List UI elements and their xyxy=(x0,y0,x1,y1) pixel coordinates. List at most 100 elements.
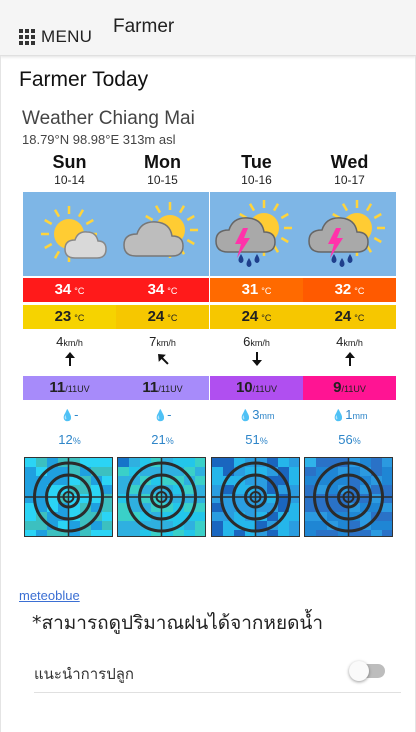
uv-index: 11/11UV xyxy=(116,376,209,400)
weather-icon-tile xyxy=(23,192,116,276)
uv-value: 10 xyxy=(235,379,253,396)
raindrop-icon: 💧 xyxy=(238,410,253,422)
uv-max: /11UV xyxy=(65,384,90,394)
day-date: 10-17 xyxy=(334,173,365,187)
rain-amount: 💧- xyxy=(116,406,209,424)
rain-amount: 💧- xyxy=(23,406,116,424)
raindrop-icon: 💧 xyxy=(331,410,346,422)
max-temp-value: 34 xyxy=(54,281,72,298)
toggle-knob xyxy=(349,661,369,681)
uv-index: 11/11UV xyxy=(23,376,116,400)
day-date: 10-15 xyxy=(147,173,178,187)
apps-grid-icon xyxy=(19,29,35,45)
min-temp-value: 24 xyxy=(241,308,259,325)
rain-amount: 💧3mm xyxy=(210,406,303,424)
rain-unit: mm xyxy=(352,411,368,421)
temp-unit: °C xyxy=(354,286,365,296)
rain-value: - xyxy=(74,407,79,422)
meteogram-icon xyxy=(25,458,112,536)
weather-icon-tile xyxy=(116,192,209,276)
prob-value: 56 xyxy=(338,432,353,447)
weather-widget-title: Weather Chiang Mai xyxy=(22,108,195,129)
meteoblue-link[interactable]: meteoblue xyxy=(19,588,80,603)
day-name: Wed xyxy=(330,152,369,172)
uv-index: 10/11UV xyxy=(210,376,303,400)
max-temp: 31 °C xyxy=(210,278,303,302)
wind: 4km/h xyxy=(303,335,396,369)
min-temp: 24 °C xyxy=(116,305,209,329)
planting-setting-label: แนะนำการปลูก xyxy=(34,665,135,683)
sun-cloud-icon xyxy=(41,206,107,262)
app-bar: MENU Farmer xyxy=(0,0,416,56)
day-name: Sun xyxy=(52,152,87,172)
max-temp-value: 34 xyxy=(147,281,165,298)
temp-unit: °C xyxy=(261,286,272,296)
min-temp-value: 24 xyxy=(334,308,352,325)
forecast-day-tue: Tue 10-16 31 °C 24 °C 6km/h 10/11UV 💧3mm 5… xyxy=(210,152,303,537)
wind: 6km/h xyxy=(210,335,303,369)
day-date: 10-14 xyxy=(54,173,85,187)
uv-max: /11UV xyxy=(341,384,366,394)
thunderstorm-icon xyxy=(215,200,292,268)
prob-unit: % xyxy=(259,436,268,446)
prob-value: 12 xyxy=(58,432,73,447)
prob-unit: % xyxy=(165,436,174,446)
max-temp-value: 31 xyxy=(241,281,259,298)
max-temp: 34 °C xyxy=(23,278,116,302)
max-temp: 34 °C xyxy=(116,278,209,302)
planting-toggle[interactable] xyxy=(349,660,385,682)
prob-value: 51 xyxy=(245,432,260,447)
wind-unit: km/h xyxy=(343,338,363,348)
forecast-day-wed: Wed 10-17 32 °C 24 °C 4km/h 9/11UV 💧1mm 56… xyxy=(303,152,396,537)
temp-unit: °C xyxy=(354,313,365,323)
wind-direction-arrow-icon xyxy=(344,352,355,366)
menu-label: MENU xyxy=(41,27,93,46)
wind-unit: km/h xyxy=(63,338,83,348)
meteogram-icon xyxy=(118,458,205,536)
prob-value: 21 xyxy=(151,432,166,447)
wind: 4km/h xyxy=(23,335,116,369)
max-temp: 32 °C xyxy=(303,278,396,302)
sun-cloud-icon xyxy=(123,202,198,258)
uv-max: /11UV xyxy=(158,384,183,394)
wind-direction-arrow-icon xyxy=(64,352,75,366)
wind: 7km/h xyxy=(116,335,209,369)
temp-unit: °C xyxy=(74,313,85,323)
temp-unit: °C xyxy=(167,286,178,296)
page-title: Farmer Today xyxy=(19,68,149,91)
forecast-day-mon: Mon 10-15 34 °C 24 °C 7km/h 11/11UV 💧- 21% xyxy=(116,152,209,537)
raindrop-icon: 💧 xyxy=(60,410,75,422)
rain-probability: 51% xyxy=(210,432,303,448)
menu-button[interactable]: MENU xyxy=(19,27,92,47)
wind-direction-arrow-icon xyxy=(157,354,169,365)
uv-index: 9/11UV xyxy=(303,376,396,400)
meteogram[interactable] xyxy=(304,457,393,537)
prob-unit: % xyxy=(72,436,81,446)
meteogram-icon xyxy=(305,458,392,536)
meteogram-icon xyxy=(212,458,299,536)
wind-direction-arrow-icon xyxy=(251,352,262,366)
day-date: 10-16 xyxy=(241,173,272,187)
min-temp: 24 °C xyxy=(303,305,396,329)
wind-unit: km/h xyxy=(156,338,176,348)
day-name: Tue xyxy=(241,152,272,172)
meteogram[interactable] xyxy=(117,457,206,537)
rain-amount: 💧1mm xyxy=(303,406,396,424)
rain-probability: 21% xyxy=(116,432,209,448)
app-title: Farmer xyxy=(113,16,175,37)
wind-unit: km/h xyxy=(250,338,270,348)
rain-value: - xyxy=(167,407,172,422)
meteogram[interactable] xyxy=(24,457,113,537)
prob-unit: % xyxy=(352,436,361,446)
temp-unit: °C xyxy=(261,313,272,323)
min-temp-value: 24 xyxy=(147,308,165,325)
divider xyxy=(34,692,401,693)
temp-unit: °C xyxy=(167,313,178,323)
uv-value: 11 xyxy=(49,379,66,396)
meteogram[interactable] xyxy=(211,457,300,537)
rain-probability: 56% xyxy=(303,432,396,448)
uv-value: 11 xyxy=(142,379,159,396)
min-temp: 24 °C xyxy=(210,305,303,329)
content-card: Farmer Today Weather Chiang Mai 18.79°N … xyxy=(0,56,416,732)
rain-probability: 12% xyxy=(23,432,116,448)
